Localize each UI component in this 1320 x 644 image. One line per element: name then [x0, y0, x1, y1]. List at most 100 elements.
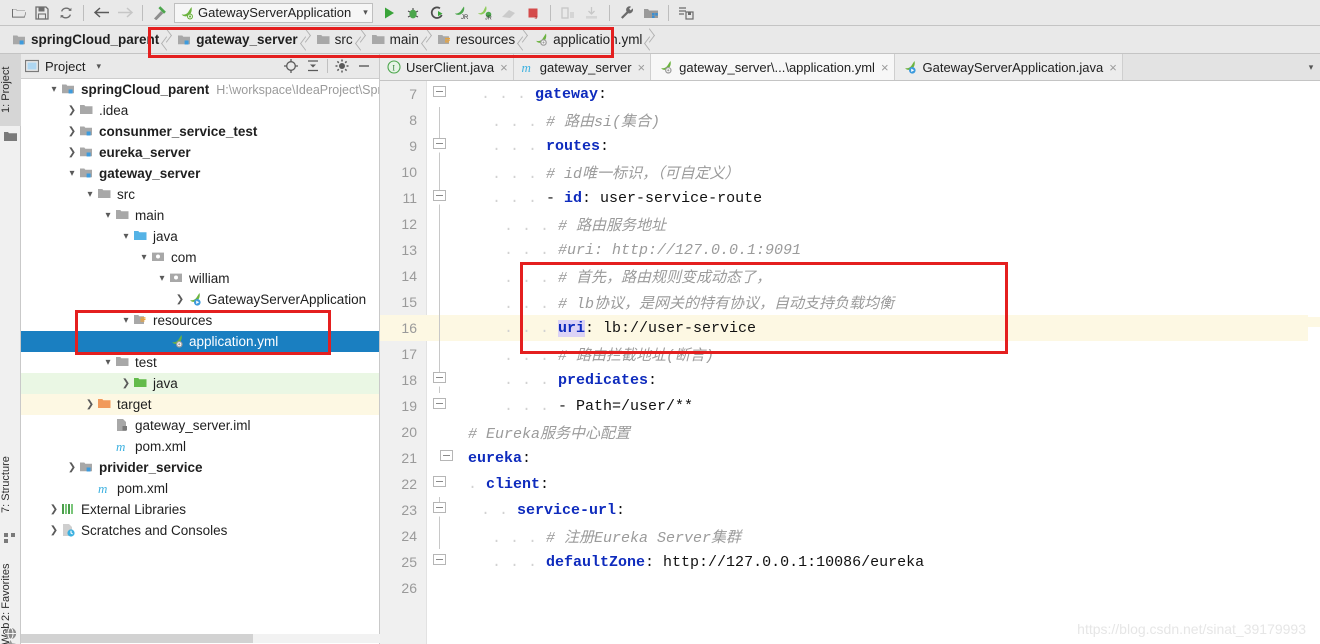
close-icon[interactable]: ×: [500, 60, 508, 75]
tree-node-consunmer-service-test[interactable]: ❯ consunmer_service_test: [21, 121, 379, 142]
sync-icon[interactable]: [54, 2, 78, 24]
breadcrumb-item-springcloud-parent[interactable]: springCloud_parent: [8, 28, 161, 52]
chevron-right-icon[interactable]: ❯: [65, 126, 79, 137]
tree-node-idea[interactable]: ❯ .idea: [21, 100, 379, 121]
close-icon[interactable]: ×: [638, 60, 646, 75]
fold-marker[interactable]: [426, 471, 454, 497]
sidebar-item-project[interactable]: 1: Project: [0, 54, 21, 126]
close-icon[interactable]: ×: [881, 60, 889, 75]
breadcrumb-item-src[interactable]: src: [312, 28, 355, 52]
fold-marker[interactable]: [426, 367, 454, 393]
settings-wrench-icon[interactable]: [615, 2, 639, 24]
breadcrumb-item-gateway-server[interactable]: gateway_server: [173, 28, 299, 52]
code-line[interactable]: 20 # Eureka服务中心配置: [380, 419, 1320, 445]
run-icon[interactable]: [377, 2, 401, 24]
build-hammer-icon[interactable]: [148, 2, 172, 24]
project-structure-icon[interactable]: [639, 2, 663, 24]
code-line[interactable]: 8 . . . # 路由si(集合): [380, 107, 1320, 133]
fold-marker[interactable]: [426, 549, 454, 575]
tree-node-william[interactable]: ▾ william: [21, 268, 379, 289]
editor-markup-scrollbar[interactable]: [1308, 81, 1320, 644]
fold-marker[interactable]: [426, 393, 454, 419]
run-configuration-selector[interactable]: GatewayServerApplication ▾: [174, 2, 373, 23]
chevron-right-icon[interactable]: ❯: [119, 378, 133, 389]
code-line[interactable]: 17 . . . # 路由拦截地址(断言): [380, 341, 1320, 367]
debug-icon[interactable]: [401, 2, 425, 24]
code-line[interactable]: 23 . . service-url:: [380, 497, 1320, 523]
code-line[interactable]: 22 . client:: [380, 471, 1320, 497]
tree-node-gateway-server-iml[interactable]: ❯ gateway_server.iml: [21, 415, 379, 436]
code-line[interactable]: 24 . . . # 注册Eureka Server集群: [380, 523, 1320, 549]
chevron-down-icon[interactable]: ▾: [357, 7, 368, 18]
breadcrumb-item-main[interactable]: main: [367, 28, 421, 52]
fold-marker[interactable]: [426, 133, 454, 159]
chevron-down-icon[interactable]: ▾: [137, 252, 151, 263]
tab-gatewayserverapplication-java[interactable]: GatewayServerApplication.java ×: [894, 54, 1123, 80]
tab-gateway-server-pom[interactable]: m gateway_server ×: [513, 54, 652, 80]
tree-node-pom-xml-gateway[interactable]: ❯ m pom.xml: [21, 436, 379, 457]
tree-node-gatewayserverapplication[interactable]: ❯ GatewayServerApplication: [21, 289, 379, 310]
breadcrumb-item-resources[interactable]: resources: [433, 28, 517, 52]
tree-node-java-source[interactable]: ▾ java: [21, 226, 379, 247]
tree-node-scratches-and-consoles[interactable]: ❯ Scratches and Consoles: [21, 520, 379, 541]
chevron-right-icon[interactable]: ❯: [65, 462, 79, 473]
tree-node-test[interactable]: ▾ test: [21, 352, 379, 373]
chevron-right-icon[interactable]: ❯: [47, 504, 61, 515]
chevron-down-icon[interactable]: ▾: [65, 168, 79, 179]
stop-icon[interactable]: s: [521, 2, 545, 24]
fold-marker[interactable]: [426, 185, 454, 211]
tree-node-main[interactable]: ▾ main: [21, 205, 379, 226]
fold-marker[interactable]: [426, 445, 454, 471]
code-line[interactable]: 18 . . . predicates:: [380, 367, 1320, 393]
code-line[interactable]: 9 . . . routes:: [380, 133, 1320, 159]
tree-node-application-yml[interactable]: ❯ application.yml: [21, 331, 379, 352]
tree-node-test-java[interactable]: ❯ java: [21, 373, 379, 394]
tree-node-resources[interactable]: ▾ resources: [21, 310, 379, 331]
save-db-icon[interactable]: [674, 2, 698, 24]
code-line[interactable]: 10 . . . # id唯一标识，（可自定义）: [380, 159, 1320, 185]
settings-gear-icon[interactable]: [331, 56, 353, 76]
code-line[interactable]: 25 . . . defaultZone: http://127.0.0.1:1…: [380, 549, 1320, 575]
project-tree-horizontal-scrollbar[interactable]: [21, 634, 380, 643]
fold-marker[interactable]: [426, 497, 454, 523]
tree-node-gateway-server[interactable]: ▾ gateway_server: [21, 163, 379, 184]
code-line[interactable]: 7 . . . gateway:: [380, 81, 1320, 107]
fold-marker[interactable]: [426, 81, 454, 107]
hide-panel-icon[interactable]: [353, 56, 375, 76]
project-tree[interactable]: ▾ springCloud_parent H:\workspace\IdeaPr…: [21, 79, 379, 634]
chevron-down-icon[interactable]: ▾: [1302, 54, 1320, 80]
code-editor[interactable]: 7 . . . gateway: 8 . . . # 路由si(集合) 9 . …: [380, 81, 1320, 644]
sidebar-item-structure[interactable]: 7: Structure: [0, 442, 21, 528]
tree-node-com[interactable]: ▾ com: [21, 247, 379, 268]
code-line-current[interactable]: 16 . . . uri: lb://user-service: [380, 315, 1320, 341]
code-line[interactable]: 13 . . . #uri: http://127.0.0.1:9091: [380, 237, 1320, 263]
profile-jr-icon[interactable]: JR: [473, 2, 497, 24]
chevron-down-icon[interactable]: ▾: [47, 84, 61, 95]
chevron-right-icon[interactable]: ❯: [65, 147, 79, 158]
tree-node-target[interactable]: ❯ target: [21, 394, 379, 415]
tree-node-src[interactable]: ▾ src: [21, 184, 379, 205]
tab-userclient-java[interactable]: I UserClient.java ×: [380, 54, 514, 80]
locate-icon[interactable]: [280, 56, 302, 76]
chevron-down-icon[interactable]: ▾: [119, 315, 133, 326]
chevron-down-icon[interactable]: ▾: [119, 231, 133, 242]
code-line[interactable]: 14 . . . # 首先，路由规则变成动态了，: [380, 263, 1320, 289]
tree-node-pom-xml-root[interactable]: ❯ m pom.xml: [21, 478, 379, 499]
breadcrumb-item-application-yml[interactable]: application.yml: [529, 28, 644, 52]
chevron-down-icon[interactable]: ▾: [90, 61, 101, 72]
tab-application-yml[interactable]: gateway_server\...\application.yml ×: [651, 54, 895, 80]
chevron-right-icon[interactable]: ❯: [83, 399, 97, 410]
open-folder-icon[interactable]: [6, 2, 30, 24]
tree-node-eureka-server[interactable]: ❯ eureka_server: [21, 142, 379, 163]
chevron-down-icon[interactable]: ▾: [83, 189, 97, 200]
run-jr-icon[interactable]: JR: [449, 2, 473, 24]
run-with-coverage-icon[interactable]: [425, 2, 449, 24]
chevron-right-icon[interactable]: ❯: [47, 525, 61, 536]
chevron-right-icon[interactable]: ❯: [65, 105, 79, 116]
back-arrow-icon[interactable]: [89, 2, 113, 24]
save-all-icon[interactable]: [30, 2, 54, 24]
code-line[interactable]: 26: [380, 575, 1320, 601]
tree-node-external-libraries[interactable]: ❯ External Libraries: [21, 499, 379, 520]
chevron-down-icon[interactable]: ▾: [101, 357, 115, 368]
chevron-right-icon[interactable]: ❯: [173, 294, 187, 305]
